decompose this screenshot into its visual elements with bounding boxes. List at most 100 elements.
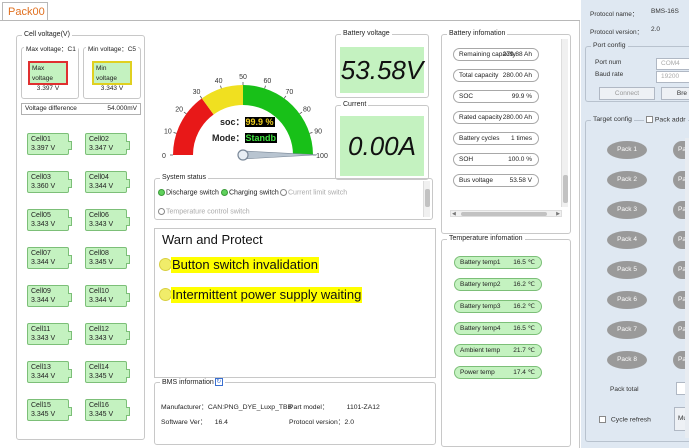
temperature-label: Ambient temp bbox=[460, 347, 501, 354]
gauge-tick-mark bbox=[183, 111, 187, 115]
connect-button[interactable]: Connect bbox=[599, 87, 655, 100]
software-ver-label: Software Ver： bbox=[161, 419, 207, 426]
cell-10: Cell10 3.344 V bbox=[85, 285, 130, 307]
temperature-row: Battery temp4 16.5 ℃ bbox=[454, 322, 542, 335]
battery-info-row: Battery cycles 1 times bbox=[453, 132, 539, 145]
battery-info-label: Bus voltage bbox=[459, 177, 493, 184]
pack-button-1[interactable]: Pack 1 bbox=[607, 141, 647, 159]
battery-info-vscroll[interactable] bbox=[561, 39, 568, 207]
cell-value: 3.344 V bbox=[89, 297, 114, 304]
status-current-limit: Current limit switch bbox=[280, 189, 347, 196]
baud-rate-input[interactable]: 19200 bbox=[656, 71, 689, 83]
gauge-tick-mark bbox=[283, 95, 287, 99]
right-panel-scrollbar[interactable] bbox=[685, 138, 689, 438]
temperature-value: 21.7 ℃ bbox=[513, 347, 535, 354]
soc-value: 99.9 % bbox=[244, 117, 275, 127]
pack-addr-checkbox-row[interactable]: Pack addr bbox=[644, 116, 688, 124]
protocol-name-value: BMS-16S bbox=[651, 8, 679, 15]
temperature-label: Power temp bbox=[460, 369, 495, 376]
system-status-group: System status Discharge switch Charging … bbox=[154, 174, 433, 220]
manufacturer-label: Manufacturer： bbox=[161, 404, 208, 411]
app-root: Pack00 Cell voltage(V) Max voltage：C1 Ma… bbox=[0, 0, 689, 448]
gauge-tick-label: 0 bbox=[162, 153, 166, 160]
hscroll-left-arrow[interactable]: ◀ bbox=[452, 211, 456, 217]
cell-name: Cell04 bbox=[89, 174, 109, 181]
pack-button-4[interactable]: Pack 4 bbox=[607, 231, 647, 249]
cell-value: 3.343 V bbox=[89, 221, 114, 228]
pack-button-8[interactable]: Pack 8 bbox=[607, 351, 647, 369]
battery-info-row: SOH 100.0 % bbox=[453, 153, 539, 166]
battery-info-value: 53.58 V bbox=[509, 177, 532, 184]
refresh-icon[interactable]: ↻ bbox=[214, 378, 223, 386]
protocol-name-label: Protocol name： bbox=[590, 11, 639, 18]
cell-voltage-group: Cell voltage(V) Max voltage：C1 Max volta… bbox=[16, 31, 145, 440]
protocol-version-label: Protocol version： bbox=[289, 419, 345, 426]
max-voltage-box: Max voltage 3.397 V bbox=[28, 61, 68, 92]
cell-value: 3.343 V bbox=[89, 335, 114, 342]
cell-value: 3.344 V bbox=[31, 373, 56, 380]
battery-info-row: Bus voltage 53.58 V bbox=[453, 174, 539, 187]
pack-button-7[interactable]: Pack 7 bbox=[607, 321, 647, 339]
pack-addr-checkbox[interactable] bbox=[646, 116, 653, 123]
voltage-difference-value: 54.000mV bbox=[107, 105, 137, 112]
soc-readout: soc：99.9 % bbox=[220, 115, 275, 128]
battery-info-value: 279.88 Ah bbox=[502, 51, 532, 58]
cell-14: Cell14 3.345 V bbox=[85, 361, 130, 383]
status-charging: Charging switch bbox=[221, 189, 279, 196]
voltage-difference-label: Voltage difference bbox=[25, 105, 77, 112]
system-status-scroll-thumb[interactable] bbox=[425, 189, 430, 207]
temperature-info-title: Temperature infomation bbox=[447, 235, 525, 242]
cycle-refresh-checkbox[interactable] bbox=[599, 416, 606, 423]
port-config-group: Port config Port num COM4 Baud rate 1920… bbox=[585, 42, 689, 102]
gauge-tick-label: 30 bbox=[193, 89, 201, 96]
pack-button-6[interactable]: Pack 6 bbox=[607, 291, 647, 309]
temperature-value: 16.2 ℃ bbox=[513, 281, 535, 288]
temperature-control-status-label: Temperature control switch bbox=[166, 208, 250, 216]
pack-button-5[interactable]: Pack 5 bbox=[607, 261, 647, 279]
cell-15: Cell15 3.345 V bbox=[27, 399, 72, 421]
pack-total-label: Pack total bbox=[610, 386, 639, 393]
battery-info-value: 280.00 Ah bbox=[502, 72, 532, 79]
gauge-hub bbox=[237, 149, 249, 161]
battery-info-value: 1 times bbox=[511, 135, 532, 142]
cell-name: Cell01 bbox=[31, 136, 51, 143]
hscroll-thumb[interactable] bbox=[461, 212, 547, 216]
soc-label: soc： bbox=[220, 117, 245, 127]
pack-button-3[interactable]: Pack 3 bbox=[607, 201, 647, 219]
battery-voltage-value: 53.58V bbox=[340, 47, 424, 93]
gauge-tick-label: 40 bbox=[215, 78, 223, 85]
mode-readout: Mode：Standb bbox=[212, 131, 277, 144]
cell-name: Cell03 bbox=[31, 174, 51, 181]
current-title: Current bbox=[341, 101, 369, 108]
battery-info-label: Rated capacity bbox=[459, 114, 502, 121]
battery-info-value: 280.00 Ah bbox=[502, 114, 532, 121]
temperature-label: Battery temp3 bbox=[460, 303, 501, 310]
battery-voltage-title: Battery voltage bbox=[341, 30, 392, 37]
cell-name: Cell07 bbox=[31, 250, 51, 257]
battery-info-vscroll-thumb[interactable] bbox=[563, 175, 568, 203]
temperature-label: Battery temp1 bbox=[460, 259, 501, 266]
cell-name: Cell09 bbox=[31, 288, 51, 295]
cell-name: Cell13 bbox=[31, 364, 51, 371]
hscroll-right-arrow[interactable]: ▶ bbox=[556, 211, 560, 217]
cell-value: 3.345 V bbox=[89, 373, 114, 380]
max-voltage-box-title: Max voltage bbox=[32, 65, 53, 82]
min-voltage-group: Min voltage：C5 Min voltage 3.343 V bbox=[83, 43, 141, 99]
cell-4: Cell04 3.344 V bbox=[85, 171, 130, 193]
tab-pack00[interactable]: Pack00 bbox=[2, 2, 48, 20]
temperature-label: Battery temp4 bbox=[460, 325, 501, 332]
battery-info-hscroll[interactable]: ◀ ▶ bbox=[450, 210, 562, 217]
part-model-row: Part model： 1101-ZA12 bbox=[289, 401, 380, 411]
cell-name: Cell12 bbox=[89, 326, 109, 333]
cell-13: Cell13 3.344 V bbox=[27, 361, 72, 383]
status-temperature-control: Temperature control switch bbox=[158, 208, 250, 215]
cell-name: Cell11 bbox=[31, 326, 51, 333]
port-num-input[interactable]: COM4 bbox=[656, 58, 689, 70]
pack-button-2[interactable]: Pack 2 bbox=[607, 171, 647, 189]
break-button[interactable]: Bre bbox=[661, 87, 689, 100]
battery-info-value: 99.9 % bbox=[511, 93, 532, 100]
system-status-scrollbar[interactable] bbox=[423, 181, 430, 217]
charging-status-label: Charging switch bbox=[229, 189, 279, 197]
battery-info-group: Battery infomation Remaining capacity 279… bbox=[441, 30, 571, 234]
cycle-refresh-row[interactable]: Cycle refresh bbox=[599, 416, 651, 423]
